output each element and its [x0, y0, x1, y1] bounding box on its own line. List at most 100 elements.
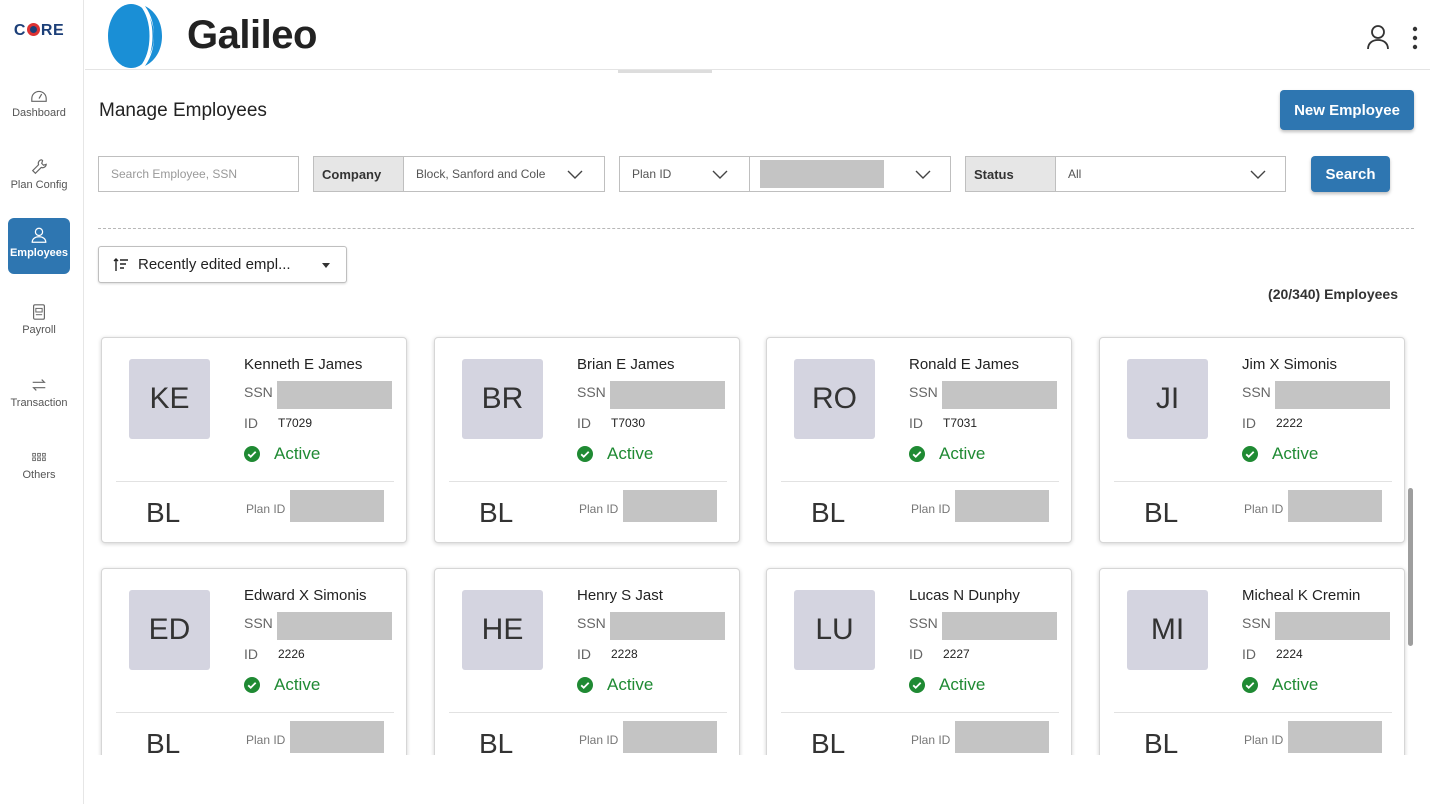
plan-id-label: Plan ID	[1244, 502, 1284, 516]
sidebar-item-transaction[interactable]: Transaction	[8, 368, 70, 424]
sidebar-item-plan-config[interactable]: Plan Config	[8, 150, 70, 206]
check-circle-icon	[244, 677, 260, 693]
redacted-plan-id	[1288, 490, 1382, 522]
plan-id-label: Plan ID	[579, 733, 619, 747]
employee-id: 2226	[278, 647, 305, 661]
ssn-label: SSN	[244, 615, 273, 631]
sidebar-item-employees[interactable]: Employees	[8, 218, 70, 274]
company-abbreviation: BL	[1144, 497, 1179, 528]
id-label: ID	[909, 415, 923, 431]
redacted-ssn	[942, 612, 1057, 640]
search-placeholder: Search Employee, SSN	[111, 167, 238, 181]
brand[interactable]: Galileo	[105, 2, 317, 68]
user-icon	[31, 227, 47, 243]
tab-indicator	[618, 70, 712, 73]
redacted-ssn	[277, 612, 392, 640]
employee-id: 2224	[1276, 647, 1303, 661]
redacted-ssn	[610, 381, 725, 409]
sidebar-item-dashboard[interactable]: Dashboard	[8, 78, 70, 134]
check-circle-icon	[909, 677, 925, 693]
employee-card[interactable]: MI Micheal K Cremin SSN ID 2224 Active B…	[1099, 568, 1405, 755]
ssn-label: SSN	[244, 384, 273, 400]
status-badge: Active	[1242, 444, 1318, 464]
status-text: Active	[939, 675, 986, 694]
dashboard-icon	[31, 90, 47, 102]
sidebar-item-label: Dashboard	[12, 107, 66, 119]
id-label: ID	[244, 415, 258, 431]
company-abbreviation: BL	[811, 497, 846, 528]
redacted-ssn	[277, 381, 392, 409]
employee-name[interactable]: Kenneth E James	[244, 356, 362, 373]
check-circle-icon	[577, 677, 593, 693]
status-badge: Active	[577, 675, 653, 695]
redacted-plan-id	[290, 721, 384, 753]
employee-id: 2222	[1276, 416, 1303, 430]
redacted-plan-id	[290, 490, 384, 522]
sidebar-item-payroll[interactable]: Payroll	[8, 295, 70, 351]
employee-name[interactable]: Micheal K Cremin	[1242, 587, 1360, 604]
employee-card[interactable]: HE Henry S Jast SSN ID 2228 Active BL Pl…	[434, 568, 740, 755]
status-select[interactable]: All	[1055, 156, 1286, 192]
plan-id-select-label: Plan ID	[632, 167, 672, 181]
employee-id: T7031	[943, 416, 978, 430]
employee-card[interactable]: LU Lucas N Dunphy SSN ID 2227 Active BL …	[766, 568, 1072, 755]
employee-name[interactable]: Jim X Simonis	[1242, 356, 1337, 373]
search-button[interactable]: Search	[1311, 156, 1390, 192]
kebab-menu-icon[interactable]	[1410, 26, 1420, 50]
status-text: Active	[939, 444, 986, 463]
scrollbar[interactable]	[1408, 488, 1413, 646]
employee-card[interactable]: JI Jim X Simonis SSN ID 2222 Active BL P…	[1099, 337, 1405, 543]
card-divider	[116, 712, 394, 713]
id-label: ID	[577, 415, 591, 431]
redacted-plan-id	[1288, 721, 1382, 753]
sidebar: C RE Dashboard Plan Config Employees Payr…	[0, 0, 84, 804]
company-select-value: Block, Sanford and Cole	[416, 167, 546, 181]
sidebar-item-label: Payroll	[22, 324, 56, 336]
plan-id-value-select[interactable]	[749, 156, 951, 192]
redacted-plan-id	[955, 490, 1049, 522]
employee-card[interactable]: ED Edward X Simonis SSN ID 2226 Active B…	[101, 568, 407, 755]
status-text: Active	[1272, 675, 1319, 694]
employee-name[interactable]: Ronald E James	[909, 356, 1019, 373]
ssn-label: SSN	[1242, 384, 1271, 400]
chevron-down-icon	[1250, 170, 1266, 179]
company-abbreviation: BL	[479, 728, 514, 755]
status-text: Active	[607, 444, 654, 463]
id-label: ID	[577, 646, 591, 662]
sort-icon	[113, 257, 128, 271]
avatar: JI	[1127, 359, 1208, 439]
status-text: Active	[274, 444, 321, 463]
status-badge: Active	[1242, 675, 1318, 695]
employee-card[interactable]: RO Ronald E James SSN ID T7031 Active BL…	[766, 337, 1072, 543]
company-abbreviation: BL	[146, 728, 181, 755]
ssn-label: SSN	[577, 384, 606, 400]
company-abbreviation: BL	[146, 497, 181, 528]
employee-name[interactable]: Brian E James	[577, 356, 675, 373]
employee-name[interactable]: Henry S Jast	[577, 587, 663, 604]
check-circle-icon	[244, 446, 260, 462]
chevron-down-icon	[915, 170, 931, 179]
search-input[interactable]: Search Employee, SSN	[98, 156, 299, 192]
new-employee-button[interactable]: New Employee	[1280, 90, 1414, 130]
employee-name[interactable]: Lucas N Dunphy	[909, 587, 1020, 604]
page-title: Manage Employees	[99, 100, 267, 121]
redacted-plan-id	[760, 160, 884, 188]
employee-name[interactable]: Edward X Simonis	[244, 587, 367, 604]
chevron-down-icon	[567, 170, 583, 179]
grid-icon	[32, 452, 46, 462]
status-text: Active	[607, 675, 654, 694]
sidebar-item-others[interactable]: Others	[8, 440, 70, 496]
company-select[interactable]: Block, Sanford and Cole	[403, 156, 605, 192]
sort-dropdown[interactable]: Recently edited empl...	[98, 246, 347, 283]
sidebar-item-label: Plan Config	[10, 179, 68, 191]
ssn-label: SSN	[909, 615, 938, 631]
avatar: RO	[794, 359, 875, 439]
avatar: KE	[129, 359, 210, 439]
employee-card[interactable]: BR Brian E James SSN ID T7030 Active BL …	[434, 337, 740, 543]
plan-id-select[interactable]: Plan ID	[619, 156, 750, 192]
redacted-plan-id	[623, 721, 717, 753]
employee-card[interactable]: KE Kenneth E James SSN ID T7029 Active B…	[101, 337, 407, 543]
avatar: HE	[462, 590, 543, 670]
user-icon[interactable]	[1366, 24, 1390, 50]
redacted-plan-id	[955, 721, 1049, 753]
